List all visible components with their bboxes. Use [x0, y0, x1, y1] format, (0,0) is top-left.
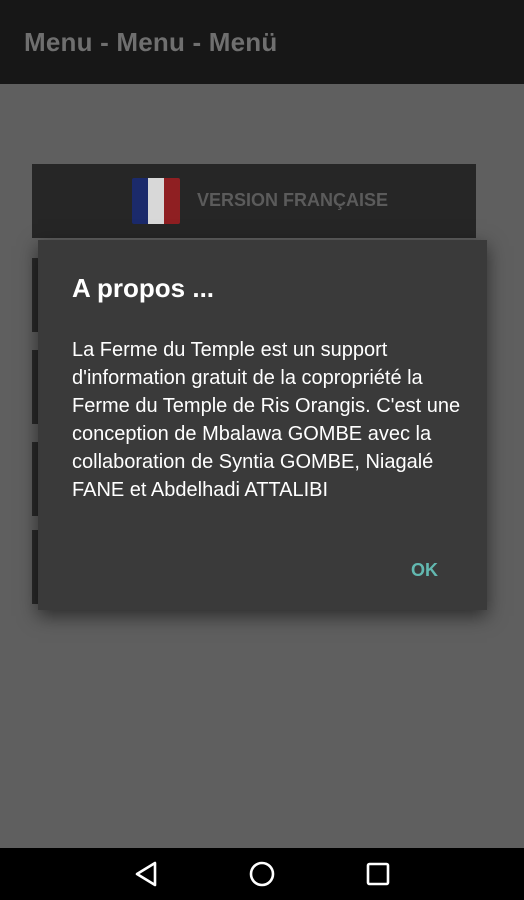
- screen: Menu - Menu - Menü VERSION FRANÇAISE A p…: [0, 0, 524, 900]
- about-dialog: A propos ... La Ferme du Temple est un s…: [38, 240, 487, 610]
- france-flag-icon: [132, 178, 180, 224]
- version-francaise-label: VERSION FRANÇAISE: [197, 190, 389, 210]
- version-francaise-button[interactable]: VERSION FRANÇAISE: [32, 164, 476, 238]
- recents-icon[interactable]: [364, 860, 392, 888]
- home-icon[interactable]: [248, 860, 276, 888]
- app-title: Menu - Menu - Menü: [24, 26, 278, 57]
- back-icon[interactable]: [133, 860, 161, 888]
- dialog-title: A propos ...: [72, 273, 215, 303]
- dialog-message: La Ferme du Temple est un support d'info…: [72, 339, 461, 501]
- app-bar: Menu - Menu - Menü: [0, 0, 524, 84]
- ok-button[interactable]: OK: [401, 556, 448, 585]
- navigation-bar: [0, 848, 524, 900]
